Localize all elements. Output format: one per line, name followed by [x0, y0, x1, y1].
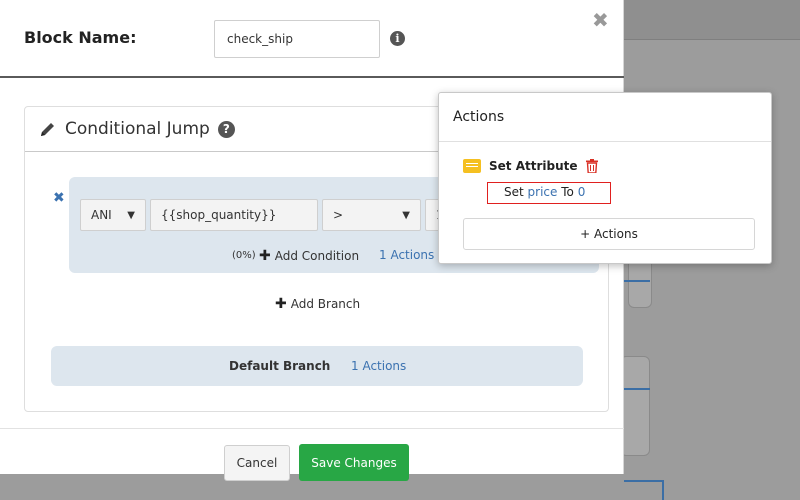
add-condition-button[interactable]: ✚ Add Condition: [259, 248, 359, 264]
canvas-connector: [624, 480, 664, 482]
plus-icon: ✚: [259, 248, 271, 264]
logic-operator-select[interactable]: ANI ▼: [80, 199, 146, 231]
actions-popover: Actions Set Attribute Set price To 0 + A…: [438, 92, 772, 264]
close-icon[interactable]: ✖: [592, 10, 609, 30]
modal-header: Block Name: i ✖: [0, 0, 624, 78]
chevron-down-icon: ▼: [127, 209, 135, 221]
logic-operator-value: ANI: [91, 208, 112, 222]
canvas-toolbar: [624, 0, 800, 40]
block-name-label: Block Name:: [24, 28, 137, 47]
action-item[interactable]: Set Attribute: [463, 159, 598, 173]
default-branch-actions-link[interactable]: 1 Actions: [351, 359, 406, 373]
popover-divider: [439, 141, 771, 142]
canvas-connector: [662, 480, 664, 500]
action-to-label: To: [561, 185, 574, 199]
comparator-value: >: [333, 208, 344, 222]
add-branch-button[interactable]: ✚ Add Branch: [275, 296, 360, 312]
branch-actions-link[interactable]: 1 Actions: [379, 248, 434, 262]
info-icon[interactable]: i: [390, 31, 405, 46]
block-name-input[interactable]: [214, 20, 380, 58]
condition-progress: (0%): [232, 250, 256, 261]
comparator-select[interactable]: > ▼: [322, 199, 421, 231]
canvas-connector: [624, 388, 650, 390]
action-name: Set Attribute: [489, 159, 578, 173]
add-condition-label: Add Condition: [274, 249, 360, 263]
action-detail: Set price To 0: [487, 182, 611, 204]
remove-branch-icon[interactable]: ✖: [53, 190, 65, 206]
section-title-text: Conditional Jump: [65, 119, 210, 139]
footer-divider: [0, 428, 624, 429]
canvas-node: [620, 356, 650, 456]
section-title: Conditional Jump ?: [39, 119, 235, 139]
trash-icon[interactable]: [585, 159, 598, 173]
popover-title: Actions: [453, 109, 505, 125]
pencil-icon: [41, 123, 54, 136]
condition-field-input[interactable]: {{shop_quantity}}: [150, 199, 318, 231]
save-changes-button[interactable]: Save Changes: [299, 444, 409, 481]
list-icon: [463, 159, 481, 173]
default-branch-panel: Default Branch 1 Actions: [51, 346, 583, 386]
action-attribute[interactable]: price: [528, 185, 558, 199]
chevron-down-icon: ▼: [402, 209, 410, 221]
action-value[interactable]: 0: [578, 185, 586, 199]
cancel-button[interactable]: Cancel: [224, 445, 290, 481]
condition-field-value: {{shop_quantity}}: [161, 208, 277, 222]
plus-icon: ✚: [275, 296, 287, 312]
add-branch-label: Add Branch: [290, 297, 361, 311]
help-icon[interactable]: ?: [217, 120, 235, 138]
canvas-connector: [624, 280, 650, 282]
default-branch-label: Default Branch: [229, 359, 331, 373]
add-actions-button[interactable]: + Actions: [463, 218, 755, 250]
action-prefix: Set: [504, 185, 524, 199]
